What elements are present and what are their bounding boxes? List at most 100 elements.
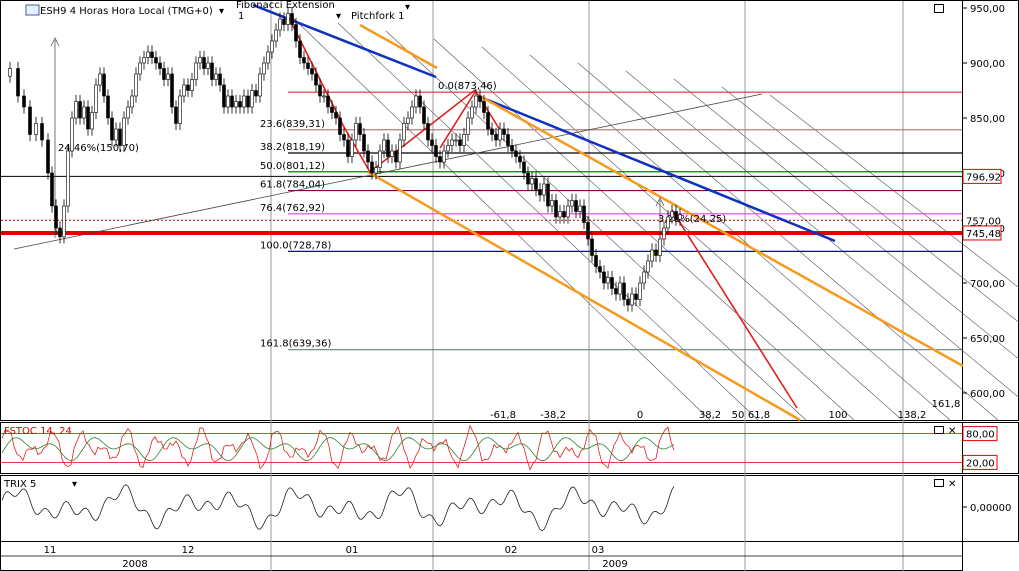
candle-body [498, 128, 502, 141]
month-label: 12 [182, 545, 195, 556]
trix-panel [0, 475, 963, 542]
month-label: 11 [44, 545, 57, 556]
trix-label[interactable]: TRIX 5 [3, 479, 36, 490]
candle-body [406, 117, 410, 124]
candle-body [454, 139, 458, 142]
candle-body [162, 68, 166, 80]
candle-body [378, 150, 382, 168]
candle-body [570, 200, 574, 207]
candle-body [182, 84, 186, 97]
fstoc-panel [0, 422, 963, 474]
fan-label: -61,8 [490, 410, 516, 421]
candle-body [326, 95, 330, 108]
candle-body [402, 123, 406, 141]
chevron-down-icon[interactable]: ▾ [219, 6, 224, 17]
candle-body [470, 106, 474, 119]
candle-body [442, 150, 446, 163]
candle-body [330, 106, 334, 113]
candle-body [250, 90, 254, 108]
candle-body [362, 134, 366, 152]
candle-body [334, 112, 338, 119]
candle-body [226, 95, 230, 108]
fstoc-label[interactable]: FSTOC 14, 24 [4, 426, 72, 437]
candle-body [462, 134, 466, 146]
candle-body [450, 139, 454, 146]
candle-body [494, 134, 498, 141]
fan-label: 61,8 [748, 410, 770, 421]
candle-body [530, 178, 534, 185]
candle-body [98, 73, 102, 86]
candle-body [566, 205, 570, 218]
close-icon[interactable]: ✕ [948, 426, 956, 437]
candle-body [94, 84, 98, 113]
candle-body [202, 57, 206, 69]
candle-body [474, 95, 478, 108]
candle-body [590, 238, 594, 256]
candle-body [130, 95, 134, 108]
candle-body [630, 293, 634, 306]
candle-body [86, 106, 90, 130]
candle-body [642, 271, 646, 284]
symbol-icon[interactable] [25, 4, 40, 16]
candle-body [114, 128, 118, 141]
candle-body [354, 123, 358, 141]
candle-body [102, 73, 106, 97]
chart-canvas[interactable]: -61,8 -38,2 0 38,2 50 61,8 100 138,2 161,8 0.0(8… [0, 0, 1019, 571]
candle-body [346, 139, 350, 157]
candle-body [134, 73, 138, 97]
candle-body [610, 277, 614, 289]
fib-level-label: 38.2(818,19) [260, 142, 325, 153]
close-icon[interactable]: ✕ [948, 479, 956, 490]
candle-body [634, 293, 638, 300]
candle-body [602, 271, 606, 284]
candle-body [258, 73, 262, 97]
candle-body [246, 95, 250, 108]
chevron-down-icon[interactable]: ▾ [72, 479, 77, 490]
chevron-down-icon[interactable]: ▾ [405, 2, 410, 13]
fan-label: 161,8 [932, 399, 961, 410]
candle-body [110, 117, 114, 141]
fibo-tool-index: 1 [238, 11, 244, 22]
price-panel [0, 0, 963, 421]
candle-body [622, 282, 626, 300]
fan-label: 100 [828, 410, 847, 421]
candle-body [374, 167, 378, 174]
candle-body [278, 18, 282, 31]
candle-body [418, 95, 422, 108]
candle-body [138, 62, 142, 75]
candle-body [430, 139, 434, 146]
candle-body [294, 24, 298, 42]
pitchfork-label[interactable]: Pitchfork 1 [351, 11, 404, 22]
candle-body [562, 211, 566, 218]
candle-body [174, 106, 178, 124]
candle-body [290, 13, 294, 25]
price-marker-label: 745,48 [966, 229, 1001, 240]
month-label: 03 [592, 545, 605, 556]
candle-body [434, 145, 438, 157]
chevron-down-icon[interactable]: ▾ [336, 11, 341, 22]
candle-body [230, 95, 234, 108]
candle-body [542, 183, 546, 196]
candle-body [598, 266, 602, 273]
candle-body [614, 288, 618, 295]
candle-body [538, 189, 542, 196]
symbol-label[interactable]: ESH9 4 Horas Hora Local (TMG+0) [40, 6, 213, 17]
candle-body [594, 255, 598, 267]
fib-level-label: 61.8(784,04) [260, 180, 325, 191]
candle-body [40, 123, 44, 141]
year-label: 2009 [602, 559, 627, 570]
fib-level-label: 161.8(639,36) [260, 339, 332, 350]
price-tick-label: 700,00 [970, 279, 1005, 290]
fibo-tool-label[interactable]: Fibonacci Extension [236, 0, 335, 11]
candle-body [422, 106, 426, 124]
candle-body [398, 139, 402, 163]
candle-body [534, 178, 538, 190]
fstoc-tick-label: 80,00 [966, 430, 995, 441]
candle-body [234, 101, 238, 108]
candle-body [510, 145, 514, 152]
candle-body [218, 73, 222, 86]
candle-body [190, 79, 194, 91]
candle-body [154, 57, 158, 64]
fib-level-label: 100.0(728,78) [260, 240, 332, 251]
candle-body [662, 227, 666, 240]
